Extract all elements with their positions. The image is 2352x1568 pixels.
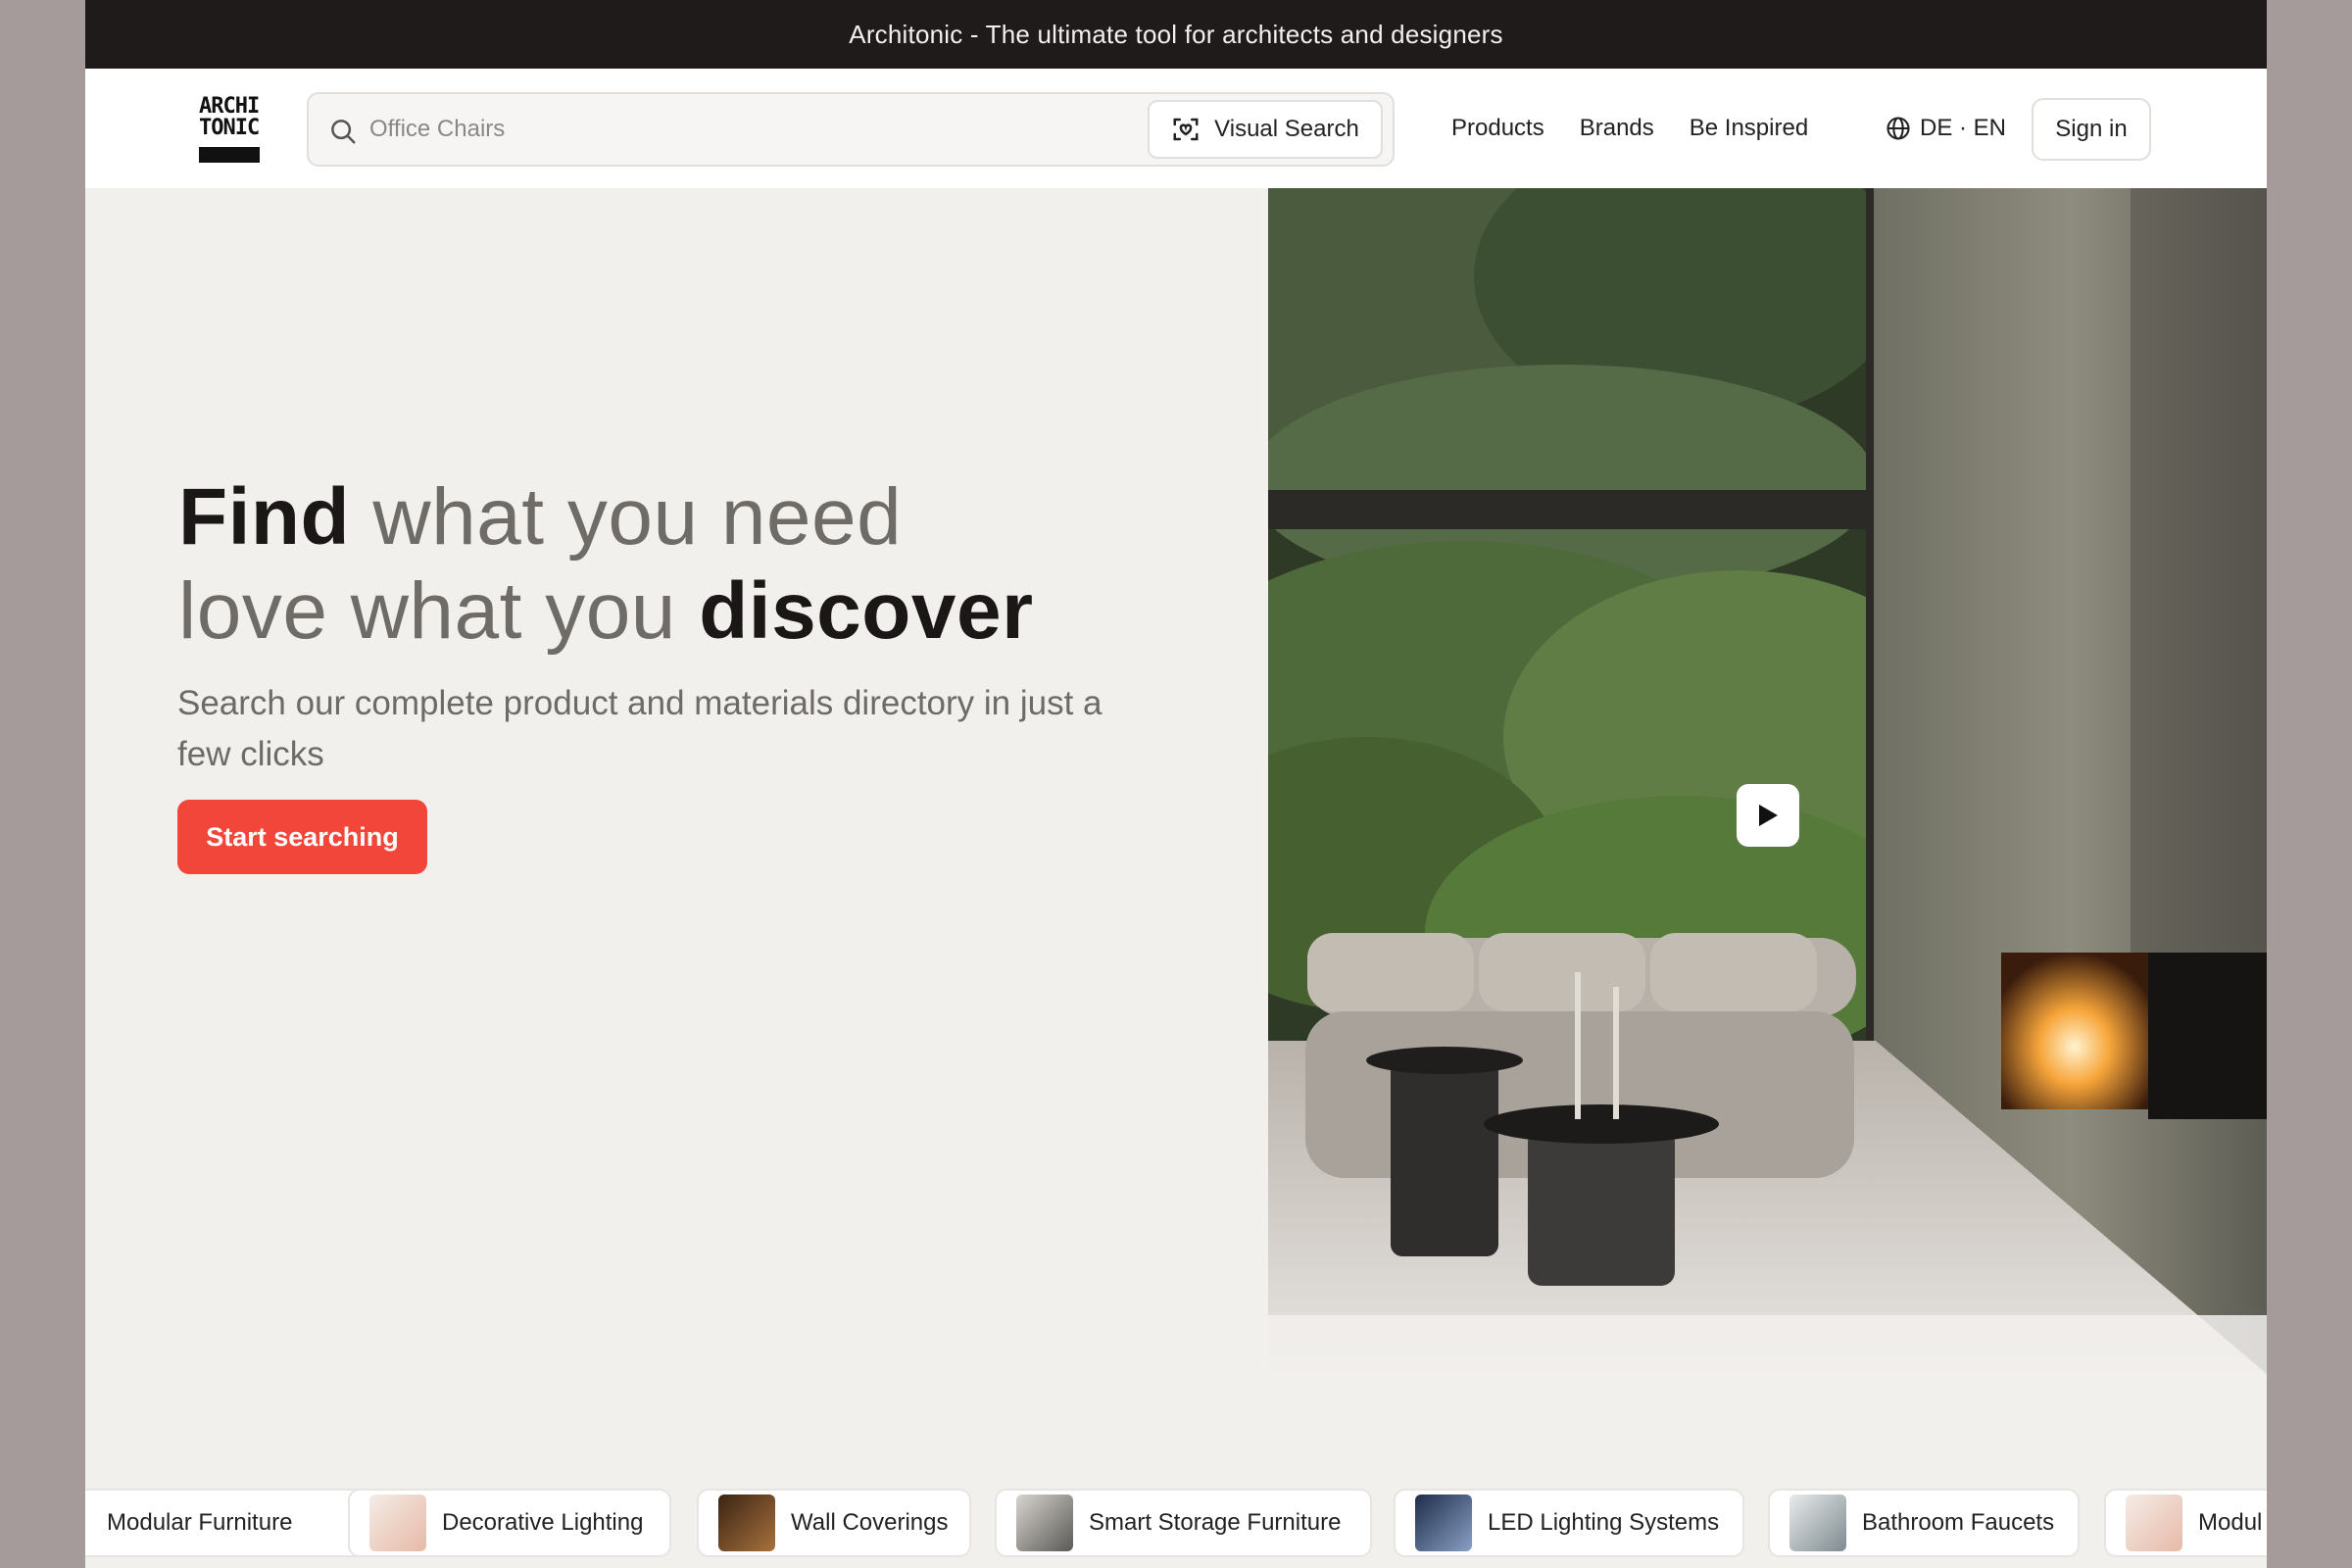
architonic-logo[interactable]: ARCHI TONIC <box>199 96 262 163</box>
chip-thumbnail <box>1016 1494 1073 1551</box>
nav-link-brands[interactable]: Brands <box>1580 115 1654 142</box>
visual-search-icon <box>1173 118 1199 141</box>
hero-text-panel <box>85 188 1268 1374</box>
chip-thumbnail <box>1415 1494 1472 1551</box>
chip-decorative-lighting[interactable]: Decorative Lighting <box>348 1489 671 1557</box>
chip-thumbnail <box>1789 1494 1846 1551</box>
chip-wall-coverings[interactable]: Wall Coverings <box>697 1489 971 1557</box>
chip-thumbnail <box>369 1494 426 1551</box>
hero-video[interactable] <box>1268 188 2267 1374</box>
chip-thumbnail <box>718 1494 775 1551</box>
sign-in-label: Sign in <box>2055 116 2128 142</box>
chip-label: Wall Coverings <box>791 1509 949 1536</box>
headline-discover: discover <box>699 566 1034 656</box>
nav-link-be-inspired[interactable]: Be Inspired <box>1690 115 1808 142</box>
search-icon <box>331 120 356 144</box>
visual-search-label: Visual Search <box>1214 116 1359 142</box>
category-chips: Modular Furniture Decorative Lighting Wa… <box>85 1480 2267 1558</box>
language-label: DE · EN <box>1920 115 2007 141</box>
chip-label: Smart Storage Furniture <box>1089 1509 1342 1536</box>
hero-scene-image <box>1268 188 2267 1374</box>
chip-modular-furniture-2[interactable]: Modul <box>2104 1489 2267 1557</box>
logo-line-1: ARCHI <box>199 94 260 119</box>
chip-label: Bathroom Faucets <box>1862 1509 2055 1536</box>
chip-led-lighting-systems[interactable]: LED Lighting Systems <box>1394 1489 1744 1557</box>
search-input[interactable] <box>369 110 1114 149</box>
search-bar: Visual Search <box>307 92 1395 167</box>
headline-find: Find <box>178 472 351 562</box>
play-icon <box>1759 805 1778 826</box>
hero-subtitle: Search our complete product and material… <box>177 684 1102 773</box>
browser-page: Architonic - The ultimate tool for archi… <box>85 0 2267 1568</box>
nav-links: Products Brands Be Inspired <box>1451 69 1808 188</box>
chip-label: Decorative Lighting <box>442 1509 644 1536</box>
hero-headline: Find what you need love what you discove… <box>178 470 1034 659</box>
chip-label: Modul <box>2198 1509 2263 1536</box>
announcement-text: Architonic - The ultimate tool for archi… <box>849 19 1503 49</box>
chip-smart-storage-furniture[interactable]: Smart Storage Furniture <box>995 1489 1372 1557</box>
chip-label: LED Lighting Systems <box>1488 1509 1720 1536</box>
announcement-bar: Architonic - The ultimate tool for archi… <box>85 0 2267 69</box>
chip-bathroom-faucets[interactable]: Bathroom Faucets <box>1768 1489 2080 1557</box>
logo-bar <box>199 147 260 163</box>
visual-search-button[interactable]: Visual Search <box>1148 100 1383 159</box>
main-nav: ARCHI TONIC Visual Search Products Brand… <box>85 69 2267 188</box>
nav-link-products[interactable]: Products <box>1451 115 1544 142</box>
chip-label: Modular Furniture <box>107 1509 293 1536</box>
headline-love-what-you: love what you <box>178 566 700 656</box>
headline-what-you-need: what you need <box>350 472 903 562</box>
chip-thumbnail <box>2126 1494 2182 1551</box>
start-searching-button[interactable]: Start searching <box>177 800 427 874</box>
play-button[interactable] <box>1737 784 1799 847</box>
globe-icon <box>1886 117 1910 140</box>
language-switcher[interactable]: DE · EN <box>1885 69 2006 188</box>
logo-line-2: TONIC <box>199 116 260 140</box>
sign-in-button[interactable]: Sign in <box>2032 98 2151 161</box>
